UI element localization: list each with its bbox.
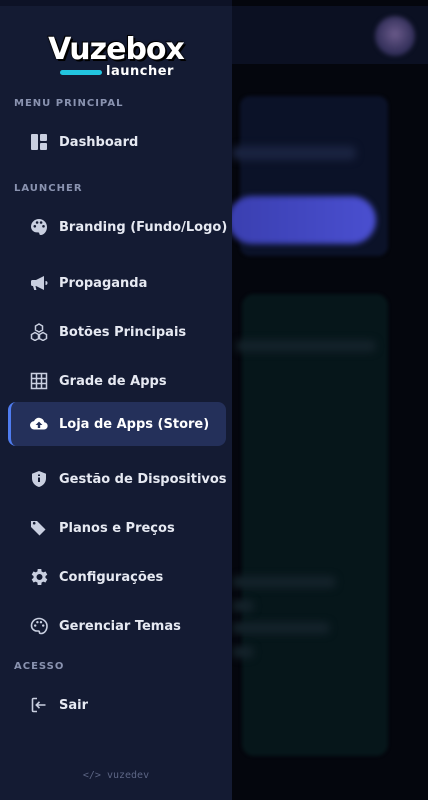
menu-item-gestao-de-dispositivos[interactable]: Gestão de Dispositivos <box>8 457 227 501</box>
menu-item-label: Dashboard <box>59 134 139 150</box>
shield-icon <box>30 470 48 488</box>
menu-item-planos-e-precos[interactable]: Planos e Preços <box>8 506 226 550</box>
menu-item-propaganda[interactable]: Propaganda <box>8 261 226 305</box>
menu-item-botoes-principais[interactable]: Botões Principais <box>8 310 226 354</box>
sign-out-icon <box>30 696 48 714</box>
section-label-access: ACESSO <box>14 661 65 672</box>
menu-item-label: Gerenciar Temas <box>59 618 181 634</box>
palette-icon <box>30 218 48 236</box>
menu-item-configuracoes[interactable]: Configurações <box>8 555 226 599</box>
menu-item-gerenciar-temas[interactable]: Gerenciar Temas <box>8 604 226 648</box>
theme-palette-icon <box>30 617 48 635</box>
gear-icon <box>30 568 48 586</box>
menu-item-label: Planos e Preços <box>59 520 175 536</box>
footer-credit: </> vuzedev <box>82 770 150 781</box>
background-text <box>232 622 330 634</box>
menu-item-loja-de-apps[interactable]: Loja de Apps (Store) <box>8 402 226 446</box>
menu-item-sair[interactable]: Sair <box>8 683 226 727</box>
menu-item-label: Branding (Fundo/Logo) <box>59 219 228 235</box>
menu-item-label: Configurações <box>59 569 164 585</box>
avatar <box>375 16 415 56</box>
background-panel <box>242 294 388 756</box>
logo-wordmark: Vuzebox <box>48 32 185 67</box>
side-drawer: Vuzebox launcher MENU PRINCIPAL Dashboar… <box>0 0 232 800</box>
background-text <box>232 146 356 160</box>
tags-icon <box>30 519 48 537</box>
menu-item-label: Grade de Apps <box>59 373 167 389</box>
background-text <box>232 576 336 588</box>
background-button <box>228 196 376 244</box>
cloud-upload-icon <box>30 415 48 433</box>
menu-item-label: Botões Principais <box>59 324 187 340</box>
section-label-launcher: LAUNCHER <box>14 183 83 194</box>
menu-item-branding[interactable]: Branding (Fundo/Logo) <box>8 205 228 249</box>
menu-item-label: Propaganda <box>59 275 148 291</box>
grid-icon <box>30 372 48 390</box>
dashboard-icon <box>30 133 48 151</box>
cubes-icon <box>30 323 48 341</box>
background-text <box>236 340 376 352</box>
brand-logo[interactable]: Vuzebox launcher <box>48 32 185 84</box>
menu-item-label: Loja de Apps (Store) <box>59 416 210 432</box>
background-text <box>232 646 254 658</box>
background-text <box>232 600 254 612</box>
menu-item-dashboard[interactable]: Dashboard <box>8 120 226 164</box>
logo-accent-bar <box>60 70 102 75</box>
menu-item-label: Gestão de Dispositivos <box>59 471 227 487</box>
menu-item-label: Sair <box>59 697 89 713</box>
section-label-main: MENU PRINCIPAL <box>14 98 124 109</box>
menu-item-grade-de-apps[interactable]: Grade de Apps <box>8 359 226 403</box>
logo-subtitle: launcher <box>106 64 174 79</box>
megaphone-icon <box>30 274 48 292</box>
